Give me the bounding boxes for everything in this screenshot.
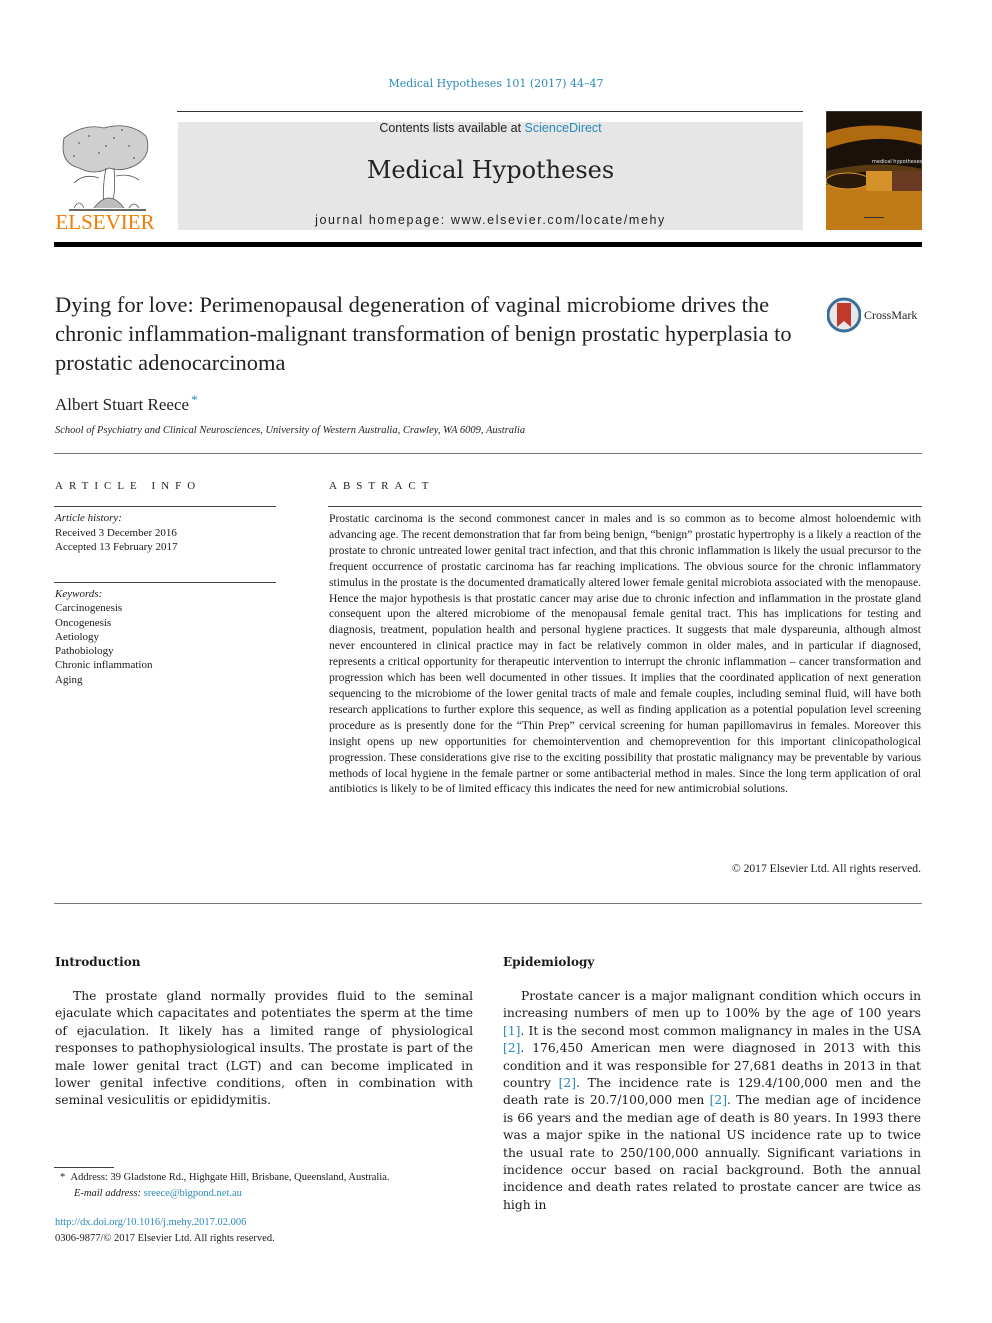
journal-title: Medical Hypotheses (366, 156, 615, 184)
keyword-item: Chronic inflammation (55, 659, 153, 672)
introduction-body: The prostate gland normally provides flu… (55, 988, 473, 1110)
contents-line: Contents lists available at ScienceDirec… (178, 121, 803, 135)
header-rule (177, 111, 803, 112)
article-title: Dying for love: Perimenopausal degenerat… (55, 292, 792, 375)
article-history: Article history: Received 3 December 201… (55, 511, 178, 555)
abstract-heading: ABSTRACT (329, 480, 435, 492)
footnote-mark: * (60, 1172, 66, 1183)
text-segment: . It is the second most common malignanc… (520, 1023, 921, 1038)
accepted-date: Accepted 13 February 2017 (55, 541, 178, 553)
divider (54, 506, 276, 507)
author-footnote: * Address: 39 Gladstone Rd., Highgate Hi… (60, 1170, 390, 1202)
journal-reference-link[interactable]: Medical Hypotheses 101 (2017) 44–47 (0, 77, 992, 90)
history-label: Article history: (55, 512, 122, 524)
cover-title: medical hypotheses (872, 159, 922, 165)
doi-link[interactable]: http://dx.doi.org/10.1016/j.mehy.2017.02… (55, 1215, 275, 1231)
doi-block: http://dx.doi.org/10.1016/j.mehy.2017.02… (55, 1215, 275, 1247)
author-name: Albert Stuart Reece (55, 395, 190, 414)
contents-prefix: Contents lists available at (379, 121, 525, 135)
crossmark-icon[interactable] (827, 297, 861, 333)
masthead-thick-rule (54, 242, 922, 247)
email-link[interactable]: sreece@bigpond.net.au (144, 1188, 242, 1199)
article-info-heading: ARTICLE INFO (55, 480, 202, 492)
citation-link[interactable]: [2] (710, 1093, 727, 1107)
footnote-rule (54, 1167, 114, 1168)
citation-link[interactable]: [2] (559, 1076, 576, 1090)
keyword-item: Carcinogenesis (55, 602, 123, 615)
email-label: E-mail address: (74, 1188, 144, 1199)
author-line: Albert Stuart Reece * (55, 392, 198, 415)
keyword-item: Pathobiology (55, 645, 114, 658)
sciencedirect-link[interactable]: ScienceDirect (525, 121, 602, 135)
abstract-text: Prostatic carcinoma is the second common… (329, 512, 921, 796)
abstract-copyright: © 2017 Elsevier Ltd. All rights reserved… (731, 862, 921, 875)
divider (54, 903, 922, 904)
text-segment: Prostate cancer is a major malignant con… (503, 989, 921, 1021)
journal-homepage-link[interactable]: journal homepage: www.elsevier.com/locat… (178, 213, 803, 227)
received-date: Received 3 December 2016 (55, 526, 177, 539)
keyword-item: Aetiology (55, 630, 99, 643)
epidemiology-heading: Epidemiology (503, 955, 595, 969)
keyword-item: Oncogenesis (55, 616, 112, 629)
author-footnote-link[interactable]: * (191, 392, 198, 407)
issn-line: 0306-9877/© 2017 Elsevier Ltd. All right… (55, 1233, 275, 1244)
citation-link[interactable]: [1] (503, 1024, 520, 1038)
footnote-address: Address: 39 Gladstone Rd., Highgate Hill… (70, 1172, 390, 1183)
elsevier-wordmark: ELSEVIER (55, 210, 155, 234)
keywords-label: Keywords: (55, 588, 103, 600)
epidemiology-paragraph: Prostate cancer is a major malignant con… (503, 988, 921, 1214)
affiliation: School of Psychiatry and Clinical Neuros… (55, 425, 526, 436)
keywords: Keywords: Carcinogenesis Oncogenesis Aet… (55, 587, 152, 687)
epidemiology-body: Prostate cancer is a major malignant con… (503, 988, 921, 1214)
citation-link[interactable]: [2] (503, 1041, 520, 1055)
divider (54, 453, 922, 454)
journal-cover-image: medical hypotheses (826, 111, 922, 230)
divider (328, 506, 922, 507)
introduction-heading: Introduction (55, 955, 141, 969)
divider (54, 582, 276, 583)
introduction-paragraph: The prostate gland normally provides flu… (55, 989, 473, 1108)
text-segment: . The median age of incidence is 66 year… (503, 1093, 921, 1212)
crossmark-label[interactable]: CrossMark (864, 308, 917, 323)
keyword-item: Aging (55, 673, 83, 686)
